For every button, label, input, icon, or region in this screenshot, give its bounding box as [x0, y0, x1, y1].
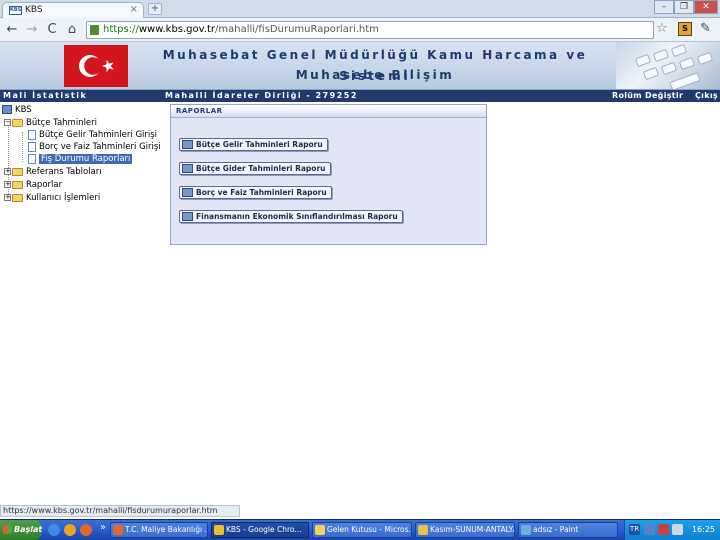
browser-toolbar: ← → C ⌂ https://www.kbs.gov.tr/mahalli/f… — [0, 18, 720, 42]
paint-icon — [521, 525, 531, 535]
tab-close-icon[interactable]: × — [130, 3, 138, 17]
taskbar-task-chrome[interactable]: KBS - Google Chro... — [211, 522, 309, 538]
reports-panel: RAPORLAR Bütçe Gelir Tahminleri Raporu B… — [170, 104, 487, 245]
change-role-link[interactable]: Rolüm Değiştir — [612, 90, 683, 102]
expand-icon[interactable]: + — [4, 194, 11, 201]
reload-icon[interactable]: C — [44, 22, 60, 38]
turkish-flag-icon — [64, 45, 128, 87]
expand-icon[interactable]: + — [4, 168, 11, 175]
panel-title: RAPORLAR — [171, 105, 486, 118]
bookmark-star-icon[interactable]: ☆ — [656, 21, 668, 36]
tree-node-reference-tables[interactable]: + Referans Tabloları — [4, 166, 102, 178]
firefox-quicklaunch-icon[interactable] — [80, 524, 92, 536]
maximize-button[interactable]: ❐ — [674, 0, 694, 14]
lock-icon — [90, 25, 99, 35]
wrench-menu-icon[interactable]: ✎ — [700, 21, 711, 36]
taskbar-task-paint[interactable]: adsız - Paint — [518, 522, 618, 538]
financing-economic-classification-report-button[interactable]: Finansmanın Ekonomik Sınıflandırılması R… — [179, 210, 403, 223]
collapse-icon[interactable]: − — [4, 119, 11, 126]
system-tray: TR 16:25 — [624, 520, 720, 540]
minimize-button[interactable]: – — [654, 0, 674, 14]
address-bar[interactable]: https://www.kbs.gov.tr/mahalli/fisDurumu… — [86, 21, 654, 39]
browser-tabstrip: KBS KBS × + – ❐ ✕ — [0, 0, 720, 18]
page-icon — [28, 129, 36, 140]
folder-quicklaunch-icon[interactable] — [64, 524, 76, 536]
antivirus-icon[interactable] — [658, 524, 669, 535]
window-controls: – ❐ ✕ — [654, 0, 718, 14]
new-tab-button[interactable]: + — [148, 3, 162, 15]
start-button[interactable]: Başlat — [0, 520, 42, 540]
folder-open-icon — [12, 118, 23, 127]
tree-node-reports[interactable]: + Raporlar — [4, 179, 62, 191]
firefox-icon — [113, 525, 123, 535]
site-banner: Muhasebat Genel Müdürlüğü Kamu Harcama v… — [0, 42, 720, 90]
tray-app-icon[interactable] — [644, 524, 655, 535]
browser-tab-kbs[interactable]: KBS KBS × — [2, 2, 144, 18]
tree-item-revenue-entry[interactable]: Bütçe Gelir Tahminleri Girişi — [28, 129, 157, 141]
institution-info: Mahalli İdareler Dirliği - 279252 — [165, 91, 358, 100]
folder-icon — [12, 193, 23, 202]
close-window-button[interactable]: ✕ — [694, 0, 718, 14]
report-icon — [182, 188, 193, 197]
taskbar: Başlat » T.C. Maliye Bakanlığı ... KBS -… — [0, 519, 720, 540]
home-icon[interactable]: ⌂ — [64, 22, 80, 38]
outlook-icon — [315, 525, 325, 535]
windows-logo-icon — [3, 525, 12, 534]
chrome-icon — [214, 525, 224, 535]
volume-icon[interactable] — [672, 524, 683, 535]
extension-icon[interactable]: S — [678, 22, 692, 36]
quicklaunch-more-icon[interactable]: » — [100, 522, 106, 533]
language-indicator[interactable]: TR — [629, 524, 640, 535]
folder-icon — [418, 525, 428, 535]
expense-estimates-report-button[interactable]: Bütçe Gider Tahminleri Raporu — [179, 162, 331, 175]
forward-arrow-icon[interactable]: → — [24, 22, 40, 38]
tab-title: KBS — [25, 5, 43, 15]
debt-interest-report-button[interactable]: Borç ve Faiz Tahminleri Raporu — [179, 186, 332, 199]
user-info-bar: Mali İstatistik Mahalli İdareler Dirliği… — [0, 90, 720, 102]
folder-icon — [12, 167, 23, 176]
taskbar-task-outlook[interactable]: Gelen Kutusu - Micros... — [312, 522, 412, 538]
tree-item-debt-entry[interactable]: Borç ve Faiz Tahminleri Girişi — [28, 141, 161, 153]
taskbar-task-maliye[interactable]: T.C. Maliye Bakanlığı ... — [110, 522, 208, 538]
tree-node-user-operations[interactable]: + Kullanıcı İşlemleri — [4, 192, 100, 204]
revenue-estimates-report-button[interactable]: Bütçe Gelir Tahminleri Raporu — [179, 138, 328, 151]
kbs-favicon-icon: KBS — [9, 6, 22, 15]
url-host: www.kbs.gov.tr — [138, 24, 216, 35]
report-icon — [182, 164, 193, 173]
url-path: /mahalli/fisDurumuRaporlari.htm — [215, 24, 379, 35]
clock: 16:25 — [691, 525, 715, 534]
module-name: Mali İstatistik — [3, 91, 88, 100]
tree-node-budget[interactable]: − Bütçe Tahminleri — [4, 117, 97, 129]
logout-link[interactable]: Çıkış — [695, 90, 718, 102]
tree-root-kbs[interactable]: KBS — [2, 104, 32, 116]
tree-item-receipt-reports[interactable]: Fiş Durumu Raporları — [28, 153, 133, 165]
keyboard-image — [616, 42, 720, 89]
url-scheme: https:// — [103, 24, 139, 35]
report-icon — [182, 140, 193, 149]
ie-quicklaunch-icon[interactable] — [48, 524, 60, 536]
taskbar-task-folder[interactable]: Kasım-SUNUM-ANTALYA — [415, 522, 515, 538]
folder-icon — [12, 180, 23, 189]
back-arrow-icon[interactable]: ← — [4, 22, 20, 38]
page-icon — [28, 141, 36, 152]
expand-icon[interactable]: + — [4, 181, 11, 188]
page-icon — [28, 153, 36, 164]
banner-subtitle: Sistemi — [339, 69, 411, 83]
computer-icon — [2, 105, 12, 114]
link-status-bubble: https://www.kbs.gov.tr/mahalli/fisdurumu… — [0, 505, 240, 517]
report-icon — [182, 212, 193, 221]
